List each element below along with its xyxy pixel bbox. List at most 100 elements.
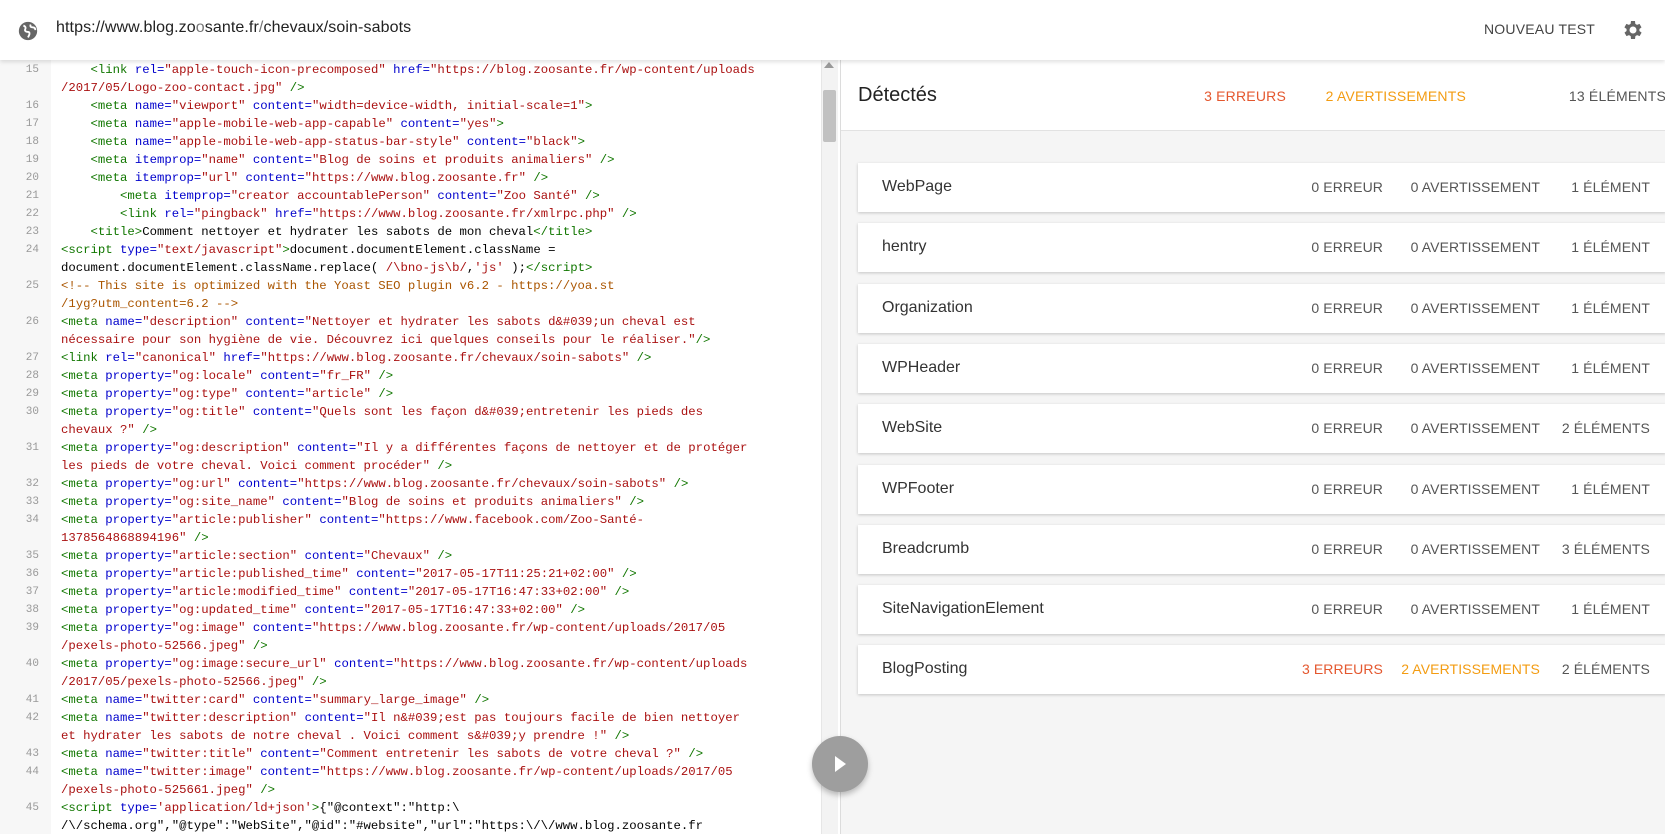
code-line: chevaux ?" /> <box>0 421 820 439</box>
code-line: 29 <meta property="og:type" content="arti… <box>0 385 820 403</box>
type-items: 1 ÉLÉMENT <box>1571 179 1650 195</box>
type-name: WebSite <box>882 419 943 437</box>
line-code: nécessaire pour son hygiène de vie. Déco… <box>61 333 711 347</box>
type-warnings: 0 AVERTISSEMENT <box>1410 359 1540 376</box>
code-line: 30 <meta property="og:title" content="Que… <box>0 403 820 421</box>
run-test-button[interactable] <box>812 736 868 792</box>
line-code: <meta property="og:description" content=… <box>61 441 748 455</box>
type-items: 2 ÉLÉMENTS <box>1561 420 1650 437</box>
url-host-end: sante.fr <box>204 19 259 36</box>
url-input[interactable]: https://www.blog.zoosante.fr/chevaux/soi… <box>56 19 411 37</box>
code-line: 16 <meta name="viewport" content="width=… <box>0 97 820 115</box>
scroll-up-arrow-icon[interactable] <box>824 62 834 68</box>
type-errors: 0 ERREUR <box>1311 359 1383 376</box>
line-code: <!-- This site is optimized with the Yoa… <box>61 279 615 293</box>
code-line: 23 <title>Comment nettoyer et hydrater l… <box>0 223 820 241</box>
code-line: /1yg?utm_content=6.2 --> <box>0 295 820 313</box>
line-number: 28 <box>25 370 39 382</box>
code-line: 15 <link rel="apple-touch-icon-precompos… <box>0 61 820 79</box>
code-line: /pexels-photo-525661.jpeg" /> <box>0 781 820 799</box>
code-line: /2017/05/Logo-zoo-contact.jpg" /> <box>0 79 820 97</box>
code-line: 20 <meta itemprop="url" content="https:/… <box>0 169 820 187</box>
code-line: 17 <meta name="apple-mobile-web-app-capa… <box>0 115 820 133</box>
line-code: <link rel="apple-touch-icon-precomposed"… <box>90 63 755 77</box>
line-code: chevaux ?" /> <box>61 423 157 437</box>
type-items: 1 ÉLÉMENT <box>1571 601 1650 618</box>
type-warnings: 0 AVERTISSEMENT <box>1410 299 1540 316</box>
url-host-dim: o <box>195 19 205 36</box>
type-name: WebPage <box>882 178 952 195</box>
code-line: 43 <meta name="twitter:title" content="Co… <box>0 745 820 763</box>
code-line: 38 <meta property="og:updated_time" conte… <box>0 601 820 619</box>
code-line: 45 <script type='application/ld+json'>{"@… <box>0 799 820 817</box>
result-type-card[interactable]: WPFooter 0 ERREUR 0 AVERTISSEMENT 1 ÉLÉMENT <box>858 464 1665 514</box>
type-warnings: 2 AVERTISSEMENTS <box>1401 661 1540 678</box>
line-number: 42 <box>25 712 39 724</box>
type-errors: 0 ERREUR <box>1311 540 1383 557</box>
line-code: <meta name="description" content="Nettoy… <box>61 315 696 329</box>
code-editor[interactable]: 15 <link rel="apple-touch-icon-precompos… <box>0 60 840 834</box>
result-type-card[interactable]: hentry 0 ERREUR 0 AVERTISSEMENT 1 ÉLÉMENT <box>858 223 1665 273</box>
type-items: 3 ÉLÉMENTS <box>1561 540 1650 557</box>
code-line: 18 <meta name="apple-mobile-web-app-stat… <box>0 133 820 151</box>
line-code: <meta property="og:type" content="articl… <box>61 387 394 401</box>
line-number: 24 <box>25 244 39 256</box>
type-warnings: 0 AVERTISSEMENT <box>1410 420 1540 437</box>
code-lines: 15 <link rel="apple-touch-icon-precompos… <box>0 61 820 834</box>
type-errors: 0 ERREUR <box>1311 239 1383 256</box>
result-type-card[interactable]: WebPage 0 ERREUR 0 AVERTISSEMENT 1 ÉLÉMENT <box>858 163 1665 212</box>
code-line: 36 <meta property="article:published_time… <box>0 565 820 583</box>
line-code: <meta property="article:modified_time" c… <box>61 585 630 599</box>
total-warnings-filter[interactable]: 2 AVERTISSEMENTS <box>1326 88 1466 104</box>
type-warnings: 0 AVERTISSEMENT <box>1410 601 1540 618</box>
line-number: 18 <box>25 136 39 148</box>
code-line: 25 <!-- This site is optimized with the Y… <box>0 277 820 295</box>
line-number: 29 <box>25 388 39 400</box>
type-items: 1 ÉLÉMENT <box>1571 359 1650 376</box>
type-warnings: 0 AVERTISSEMENT <box>1410 540 1540 557</box>
new-test-button[interactable]: NOUVEAU TEST <box>1484 21 1595 37</box>
line-number: 43 <box>25 748 39 760</box>
line-code: les pieds de votre cheval. Voici comment… <box>61 459 453 473</box>
url-path: chevaux/soin-sabots <box>263 19 412 36</box>
line-code: <meta property="article:published_time" … <box>61 567 637 581</box>
line-number: 40 <box>25 658 39 670</box>
code-line: 42 <meta name="twitter:description" conte… <box>0 709 820 727</box>
line-code: <link rel="canonical" href="https://www.… <box>61 351 652 365</box>
code-line: 28 <meta property="og:locale" content="fr… <box>0 367 820 385</box>
type-items: 1 ÉLÉMENT <box>1571 299 1650 316</box>
type-name: Breadcrumb <box>882 539 970 557</box>
line-code: <meta property="og:title" content="Quels… <box>61 405 704 419</box>
code-line: 27 <link rel="canonical" href="https://ww… <box>0 349 820 367</box>
line-number: 16 <box>25 100 39 112</box>
code-line: document.documentElement.className.repla… <box>0 259 820 277</box>
line-number: 45 <box>25 802 39 814</box>
result-type-card[interactable]: BlogPosting 3 ERREURS 2 AVERTISSEMENTS 2 ÉL… <box>858 645 1665 695</box>
editor-scrollbar-thumb[interactable] <box>823 90 836 142</box>
type-name: WPFooter <box>882 479 955 497</box>
line-number: 36 <box>25 568 39 580</box>
total-items-filter[interactable]: 13 ÉLÉMENTS <box>1569 88 1665 104</box>
editor-scrollbar[interactable] <box>821 60 838 834</box>
code-line: les pieds de votre cheval. Voici comment… <box>0 457 820 475</box>
type-errors: 0 ERREUR <box>1311 480 1383 497</box>
type-name: BlogPosting <box>882 660 968 678</box>
line-code: <script type="text/javascript">document.… <box>61 243 556 257</box>
code-line: 37 <meta property="article:modified_time"… <box>0 583 820 601</box>
result-type-card[interactable]: Breadcrumb 0 ERREUR 0 AVERTISSEMENT 3 ÉLÉME… <box>858 524 1665 574</box>
line-code: <meta itemprop="url" content="https://ww… <box>90 171 549 185</box>
code-line: 39 <meta property="og:image" content="htt… <box>0 619 820 637</box>
result-type-card[interactable]: WebSite 0 ERREUR 0 AVERTISSEMENT 2 ÉLÉMENTS <box>858 404 1665 454</box>
line-code: <meta itemprop="creator accountablePerso… <box>120 189 600 203</box>
result-type-card[interactable]: WPHeader 0 ERREUR 0 AVERTISSEMENT 1 ÉLÉMENT <box>858 343 1665 393</box>
type-warnings: 0 AVERTISSEMENT <box>1410 480 1540 497</box>
total-errors-filter[interactable]: 3 ERREURS <box>1204 88 1286 104</box>
results-header: Détectés 3 ERREURS 2 AVERTISSEMENTS 13 É… <box>841 60 1665 131</box>
globe-icon <box>18 21 38 41</box>
gear-icon[interactable] <box>1621 18 1645 42</box>
result-type-card[interactable]: Organization 0 ERREUR 0 AVERTISSEMENT 1 ÉLÉ… <box>858 283 1665 333</box>
result-type-card[interactable]: SiteNavigationElement 0 ERREUR 0 AVERTISSE… <box>858 585 1665 635</box>
line-number: 39 <box>25 622 39 634</box>
line-code: <meta name="twitter:card" content="summa… <box>61 693 490 707</box>
type-errors: 0 ERREUR <box>1311 420 1383 437</box>
